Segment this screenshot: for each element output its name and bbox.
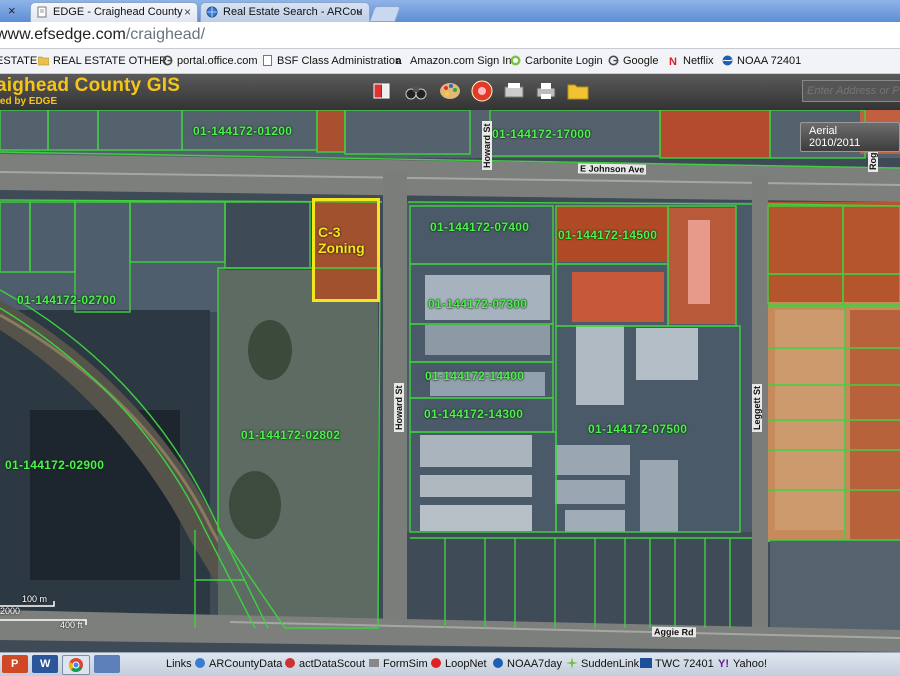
google-icon: [608, 55, 619, 66]
document-icon: [37, 6, 47, 18]
parcel-label-02900[interactable]: 01-144172-02900: [5, 458, 104, 472]
scout-icon: [285, 658, 295, 668]
bookmark-real-estate-other[interactable]: REAL ESTATE OTHER: [38, 49, 167, 73]
url-host: www.efsedge.com: [0, 26, 126, 43]
google-icon: [162, 55, 173, 66]
street-label-aggie: Aggie Rd: [651, 626, 696, 638]
link-actdatascout[interactable]: actDataScout: [284, 653, 365, 675]
tab-close-icon[interactable]: ×: [356, 3, 363, 21]
noaa-icon: [722, 55, 733, 66]
svg-text:a: a: [396, 56, 402, 66]
address-bar[interactable]: www.efsedge.com/craighead/: [0, 22, 900, 49]
scale-lines: [0, 601, 87, 625]
tab-label: EDGE - Craighead County: [53, 6, 183, 18]
netflix-icon: N: [669, 56, 677, 66]
tab-real-estate-search[interactable]: Real Estate Search - ARCou ×: [200, 2, 370, 22]
amazon-icon: a: [396, 56, 402, 66]
print-mail-icon[interactable]: [502, 79, 526, 103]
street-label-howard-top: Howard St: [482, 121, 492, 170]
gis-toolbar: aighead County GIS red by EDGE: [0, 74, 900, 110]
aerial-year-button[interactable]: Aerial 2010/2011: [800, 122, 900, 152]
c3-zoning-label: C-3 Zoning: [318, 224, 365, 256]
tree-cluster: [248, 320, 292, 380]
windows-taskbar: P W Links ARCountyData actDataScout Form…: [0, 652, 900, 676]
remote-desktop-app-button[interactable]: [94, 655, 120, 673]
new-tab-button[interactable]: [369, 6, 401, 22]
map-canvas[interactable]: 01-144172-01200 01-144172-17000 01-14417…: [0, 110, 900, 652]
map-scale-bar: 2000 100 m 400 ft: [0, 594, 100, 636]
page-icon: [263, 55, 272, 66]
svg-text:Y!: Y!: [718, 658, 729, 669]
url-text[interactable]: www.efsedge.com/craighead/: [0, 22, 205, 48]
yahoo-icon: Y!: [718, 658, 729, 669]
binoculars-icon[interactable]: [404, 79, 428, 103]
bookmark-netflix[interactable]: N Netflix: [668, 49, 714, 73]
svg-text:N: N: [669, 56, 677, 66]
layers-book-icon[interactable]: [370, 79, 394, 103]
link-noaa7day[interactable]: NOAA7day: [492, 653, 562, 675]
record-icon[interactable]: [470, 79, 494, 103]
parcel-label-02802[interactable]: 01-144172-02802: [241, 428, 340, 442]
street-label-howard: Howard St: [394, 383, 404, 432]
parcel-label-01200[interactable]: 01-144172-01200: [193, 124, 292, 138]
palette-icon[interactable]: [438, 79, 462, 103]
formsim-icon: [369, 659, 379, 667]
street-label-johnson: E Johnson Ave: [577, 163, 647, 175]
parcel-label-07300[interactable]: 01-144172-07300: [428, 297, 527, 311]
address-search-input[interactable]: [802, 80, 900, 102]
tab-label: Real Estate Search - ARCou: [223, 6, 363, 18]
folder-icon: [38, 56, 49, 66]
residential-north: [768, 202, 900, 302]
loopnet-icon: [431, 658, 441, 668]
parcel-label-14400[interactable]: 01-144172-14400: [425, 369, 524, 383]
link-twc[interactable]: TWC 72401: [640, 653, 714, 675]
parcel-label-07400[interactable]: 01-144172-07400: [430, 220, 529, 234]
street-label-leggett: Leggett St: [752, 384, 762, 432]
printer-icon[interactable]: [534, 79, 558, 103]
bookmark-google[interactable]: Google: [608, 49, 658, 73]
folder-open-icon[interactable]: [566, 79, 590, 103]
chrome-icon: [68, 658, 83, 672]
bookmark-estate[interactable]: ESTATE: [0, 49, 37, 73]
parcel-label-14300[interactable]: 01-144172-14300: [424, 407, 523, 421]
globe-icon: [195, 658, 205, 668]
parcel-label-17000[interactable]: 01-144172-17000: [492, 127, 591, 141]
twc-icon: [640, 658, 652, 668]
bookmark-noaa[interactable]: NOAA 72401: [722, 49, 801, 73]
bookmarks-bar: ESTATE REAL ESTATE OTHER portal.office.c…: [0, 49, 900, 74]
bookmark-amazon[interactable]: a Amazon.com Sign In: [395, 49, 512, 73]
link-loopnet[interactable]: LoopNet: [430, 653, 487, 675]
tab-edge-craighead[interactable]: EDGE - Craighead County ×: [30, 2, 198, 22]
parcel-label-07500[interactable]: 01-144172-07500: [588, 422, 687, 436]
bookmark-portal-office[interactable]: portal.office.com: [162, 49, 258, 73]
globe-icon: [206, 6, 218, 18]
carbonite-icon: [510, 55, 521, 66]
taskbar-links-label: Links: [166, 658, 192, 670]
parcel-label-14500[interactable]: 01-144172-14500: [558, 228, 657, 242]
word-app-button[interactable]: W: [32, 655, 58, 673]
powerpoint-app-button[interactable]: P: [2, 655, 28, 673]
tab-close-icon[interactable]: ×: [184, 3, 191, 21]
chrome-app-button[interactable]: [62, 655, 90, 675]
gis-title: aighead County GIS: [0, 75, 181, 96]
link-arcountydata[interactable]: ARCountyData: [194, 653, 282, 675]
suddenlink-icon: [566, 657, 578, 669]
link-suddenlink[interactable]: SuddenLink: [566, 653, 639, 675]
gis-subtitle: red by EDGE: [0, 96, 58, 107]
bookmark-bsf-class[interactable]: BSF Class Administration: [262, 49, 401, 73]
parcel-label-02700[interactable]: 01-144172-02700: [17, 293, 116, 307]
noaa-icon: [493, 658, 503, 668]
url-path: /craighead/: [125, 26, 206, 43]
left-tab-close[interactable]: ×: [8, 3, 16, 18]
browser-tab-bar: × EDGE - Craighead County × Real Estate …: [0, 0, 900, 22]
link-formsim[interactable]: FormSim: [368, 653, 428, 675]
bookmark-carbonite[interactable]: Carbonite Login: [510, 49, 603, 73]
link-yahoo[interactable]: Y! Yahoo!: [718, 653, 767, 675]
